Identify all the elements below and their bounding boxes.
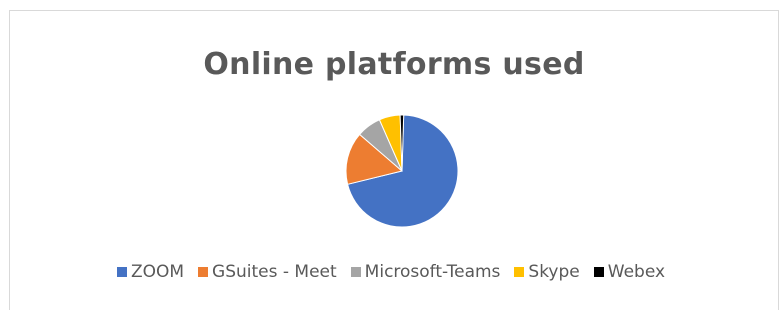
legend-label-microsoft-teams: Microsoft-Teams	[364, 262, 501, 282]
legend-swatch-zoom	[116, 267, 127, 277]
legend-label-zoom: ZOOM	[130, 262, 185, 282]
legend-item-zoom: ZOOM	[116, 262, 185, 282]
legend-swatch-microsoft-teams	[350, 267, 361, 277]
chart-legend: ZOOM GSuites - Meet Microsoft-Teams Skype We…	[0, 262, 782, 282]
legend-item-skype: Skype	[514, 262, 580, 282]
legend-swatch-skype	[514, 267, 525, 277]
legend-item-gsuites-meet: GSuites - Meet	[198, 262, 337, 282]
legend-item-webex: Webex	[593, 262, 666, 282]
legend-label-webex: Webex	[607, 262, 666, 282]
legend-label-gsuites-meet: GSuites - Meet	[212, 262, 337, 282]
legend-item-microsoft-teams: Microsoft-Teams	[350, 262, 501, 282]
legend-label-skype: Skype	[528, 262, 580, 282]
legend-swatch-webex	[593, 267, 604, 277]
legend-swatch-gsuites-meet	[198, 267, 209, 277]
